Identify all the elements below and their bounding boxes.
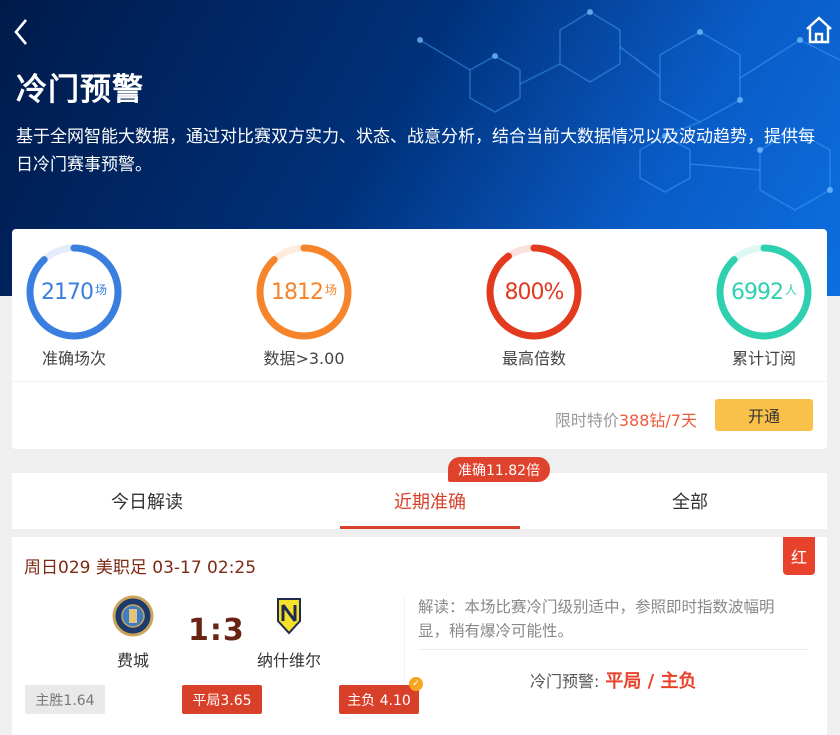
match-score: 1:3 [188,613,245,648]
stat-unit: 人 [784,282,797,297]
progress-ring: 6992 人 [715,243,813,341]
nashville-sc-logo [277,598,301,635]
stat-max-multiplier: 800% 最高倍数 [474,243,594,369]
stat-value: 800% [504,279,565,305]
divider [418,649,808,650]
match-card[interactable]: 周日029 美职足 03-17 02:25 红 费城 1:3 纳什维尔 解读：本… [12,537,827,735]
progress-ring: 800% [485,243,583,341]
odds-draw: 平局3.65 [182,685,262,714]
promo-price: 限时特价388钻/7天 [555,407,697,431]
divider [404,597,405,687]
subscribe-button[interactable]: 开通 [715,399,813,431]
tab-today[interactable]: 今日解读 [47,473,247,529]
stat-label: 累计订阅 [731,349,796,368]
warning-label: 冷门预警: [530,672,600,691]
stat-value: 1812 [270,279,324,305]
odds-home-win: 主胜1.64 [25,685,105,714]
match-analysis: 解读：本场比赛冷门级别适中，参照即时指数波幅明显，稍有爆冷可能性。 [418,598,775,640]
away-team: 纳什维尔 [257,595,321,671]
stat-accurate-matches: 2170 场 准确场次 [14,243,134,369]
warning-result: 平局 / 主负 [605,671,697,692]
home-team: 费城 [112,595,154,671]
stat-label: 数据>3.00 [263,349,345,368]
page-title: 冷门预警 [16,72,144,108]
page-description: 基于全网智能大数据，通过对比赛双方实力、状态、战意分析，结合当前大数据情况以及波… [16,127,815,175]
result-tag: 红 [783,537,815,575]
divider [12,381,827,382]
promo-prefix: 限时特价 [554,411,619,430]
upset-warning: 冷门预警: 平局 / 主负 [530,667,697,693]
philadelphia-union-logo [112,595,154,637]
tab-bar: 今日解读 近期准确 全部 [12,473,827,529]
back-arrow-icon[interactable] [8,14,36,50]
stats-card: 2170 场 准确场次 1812 场 数据>3.00 800% 最高倍数 699… [12,229,827,449]
progress-ring: 1812 场 [255,243,353,341]
tab-all[interactable]: 全部 [590,473,790,529]
stat-value: 2170 [40,279,94,305]
stat-value: 6992 [730,279,784,305]
match-title: 周日029 美职足 03-17 02:25 [24,558,257,578]
check-icon: ✓ [409,677,423,691]
stat-subscribers: 6992 人 累计订阅 [704,243,824,369]
odds-away-win: 主负 4.10 [339,685,419,714]
away-team-name: 纳什维尔 [257,651,322,670]
accuracy-badge: 准确11.82倍 [448,457,551,482]
home-icon[interactable] [804,14,834,46]
stat-unit: 场 [324,282,337,297]
promo-price-value: 388钻/7天 [618,411,697,430]
stat-label: 最高倍数 [501,349,566,368]
home-team-name: 费城 [116,651,149,670]
stat-label: 准确场次 [41,349,106,368]
progress-ring: 2170 场 [25,243,123,341]
stat-data-over-3: 1812 场 数据>3.00 [244,243,364,369]
stat-unit: 场 [94,282,107,297]
